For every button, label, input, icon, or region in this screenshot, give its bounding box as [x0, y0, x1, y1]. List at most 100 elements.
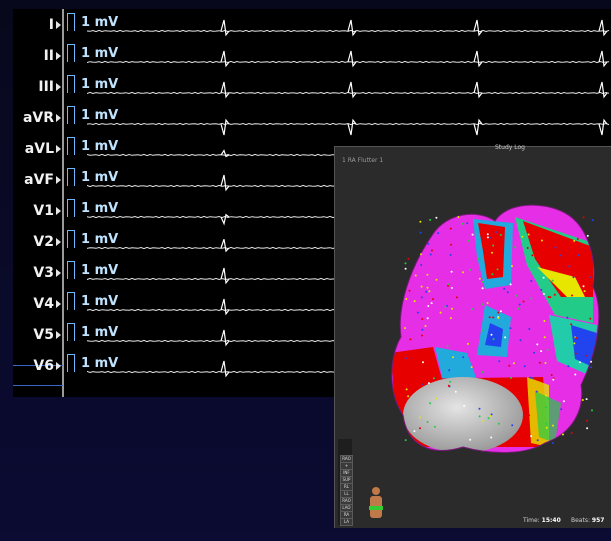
- electroanatomic-map-panel[interactable]: Study Log 1 RA Flutter 1 RAO + INF SUP R…: [334, 144, 611, 528]
- lead-arrow-icon[interactable]: [56, 83, 61, 91]
- map-point: [486, 236, 489, 239]
- map-point: [439, 311, 442, 314]
- lead-arrow-icon[interactable]: [56, 52, 61, 60]
- map-point: [546, 231, 549, 234]
- lead-label-v1[interactable]: V1: [13, 203, 54, 219]
- lead-label-v2[interactable]: V2: [13, 234, 54, 250]
- map-point: [535, 390, 538, 393]
- map-point: [584, 333, 587, 336]
- lead-label-v5[interactable]: V5: [13, 327, 54, 343]
- map-point: [491, 273, 494, 276]
- map-point: [511, 265, 513, 268]
- lead-label-avl[interactable]: aVL: [13, 141, 54, 157]
- map-point: [405, 298, 408, 300]
- map-point: [450, 270, 453, 273]
- map-point: [461, 222, 464, 225]
- map-point: [566, 316, 569, 319]
- map-point: [543, 320, 546, 322]
- lead-arrow-icon[interactable]: [56, 269, 61, 277]
- lead-label-v6[interactable]: V6: [13, 358, 54, 374]
- map-point: [497, 311, 500, 314]
- map-point: [496, 343, 499, 346]
- lead-separator-line: [62, 9, 64, 397]
- qrs-complex: [347, 118, 357, 136]
- lead-arrow-icon[interactable]: [56, 331, 61, 339]
- map-point: [526, 247, 529, 249]
- map-point: [433, 377, 435, 380]
- qrs-complex: [220, 174, 230, 192]
- map-point: [560, 408, 563, 411]
- map-point: [582, 216, 585, 219]
- lead-arrow-icon[interactable]: [56, 114, 61, 122]
- map-point: [552, 442, 554, 444]
- map-point: [432, 298, 434, 301]
- map-point: [452, 356, 454, 359]
- map-point: [488, 236, 491, 239]
- map-point: [589, 317, 592, 320]
- lead-arrow-icon[interactable]: [56, 207, 61, 215]
- map-point: [496, 268, 499, 271]
- lead-arrow-icon[interactable]: [56, 21, 61, 29]
- map-point: [571, 294, 573, 297]
- lead-arrow-icon[interactable]: [56, 300, 61, 308]
- map-point: [446, 304, 448, 307]
- map-point: [481, 287, 484, 290]
- map-point: [536, 343, 539, 346]
- qrs-complex: [220, 118, 230, 136]
- lead-label-v4[interactable]: V4: [13, 296, 54, 312]
- map-point: [429, 218, 432, 221]
- map-point: [449, 380, 452, 383]
- map-point: [427, 242, 430, 245]
- map-point: [419, 231, 422, 234]
- lead-label-avr[interactable]: aVR: [13, 110, 54, 126]
- beats-label: Beats:: [571, 517, 590, 524]
- map-point: [530, 297, 533, 300]
- map-point: [540, 288, 543, 291]
- map-point: [506, 291, 509, 294]
- map-point: [542, 293, 545, 295]
- lead-label-iii[interactable]: III: [13, 79, 54, 95]
- map-point: [487, 417, 490, 420]
- map-point: [549, 296, 552, 299]
- map-point: [586, 419, 588, 422]
- lead-label-ii[interactable]: II: [13, 48, 54, 64]
- map-point: [449, 227, 452, 230]
- lead-label-avf[interactable]: aVF: [13, 172, 54, 188]
- map-point: [413, 430, 416, 433]
- map-point: [404, 357, 407, 360]
- lead-arrow-icon[interactable]: [56, 176, 61, 184]
- calibration-pulse: [67, 230, 75, 248]
- map-point: [543, 336, 546, 339]
- map-point: [491, 251, 493, 254]
- map-point: [497, 422, 500, 425]
- lead-label-v3[interactable]: V3: [13, 265, 54, 281]
- lead-arrow-icon[interactable]: [56, 362, 61, 370]
- map-point: [404, 267, 407, 270]
- map-point: [514, 246, 517, 249]
- map-point: [542, 276, 545, 279]
- map-point: [508, 364, 511, 367]
- map-point: [554, 246, 557, 249]
- map-point: [469, 438, 472, 441]
- map-point: [567, 365, 570, 368]
- map-point: [573, 239, 576, 242]
- map-point: [496, 227, 499, 230]
- map-point: [481, 303, 484, 306]
- map-point: [573, 342, 576, 345]
- lead-arrow-icon[interactable]: [56, 145, 61, 153]
- view-button-9[interactable]: LA: [340, 518, 353, 526]
- heart-3d-map[interactable]: [335, 147, 611, 528]
- map-point: [509, 327, 512, 330]
- map-point: [591, 219, 594, 222]
- lead-arrow-icon[interactable]: [56, 238, 61, 246]
- map-point: [446, 345, 449, 347]
- map-point: [407, 257, 410, 260]
- qrs-complex: [220, 19, 230, 37]
- map-point: [477, 257, 480, 260]
- map-point: [420, 264, 423, 266]
- map-point: [431, 249, 433, 252]
- map-point: [497, 317, 500, 319]
- lead-label-i[interactable]: I: [13, 17, 54, 33]
- qrs-complex: [220, 50, 230, 68]
- map-point: [437, 369, 439, 372]
